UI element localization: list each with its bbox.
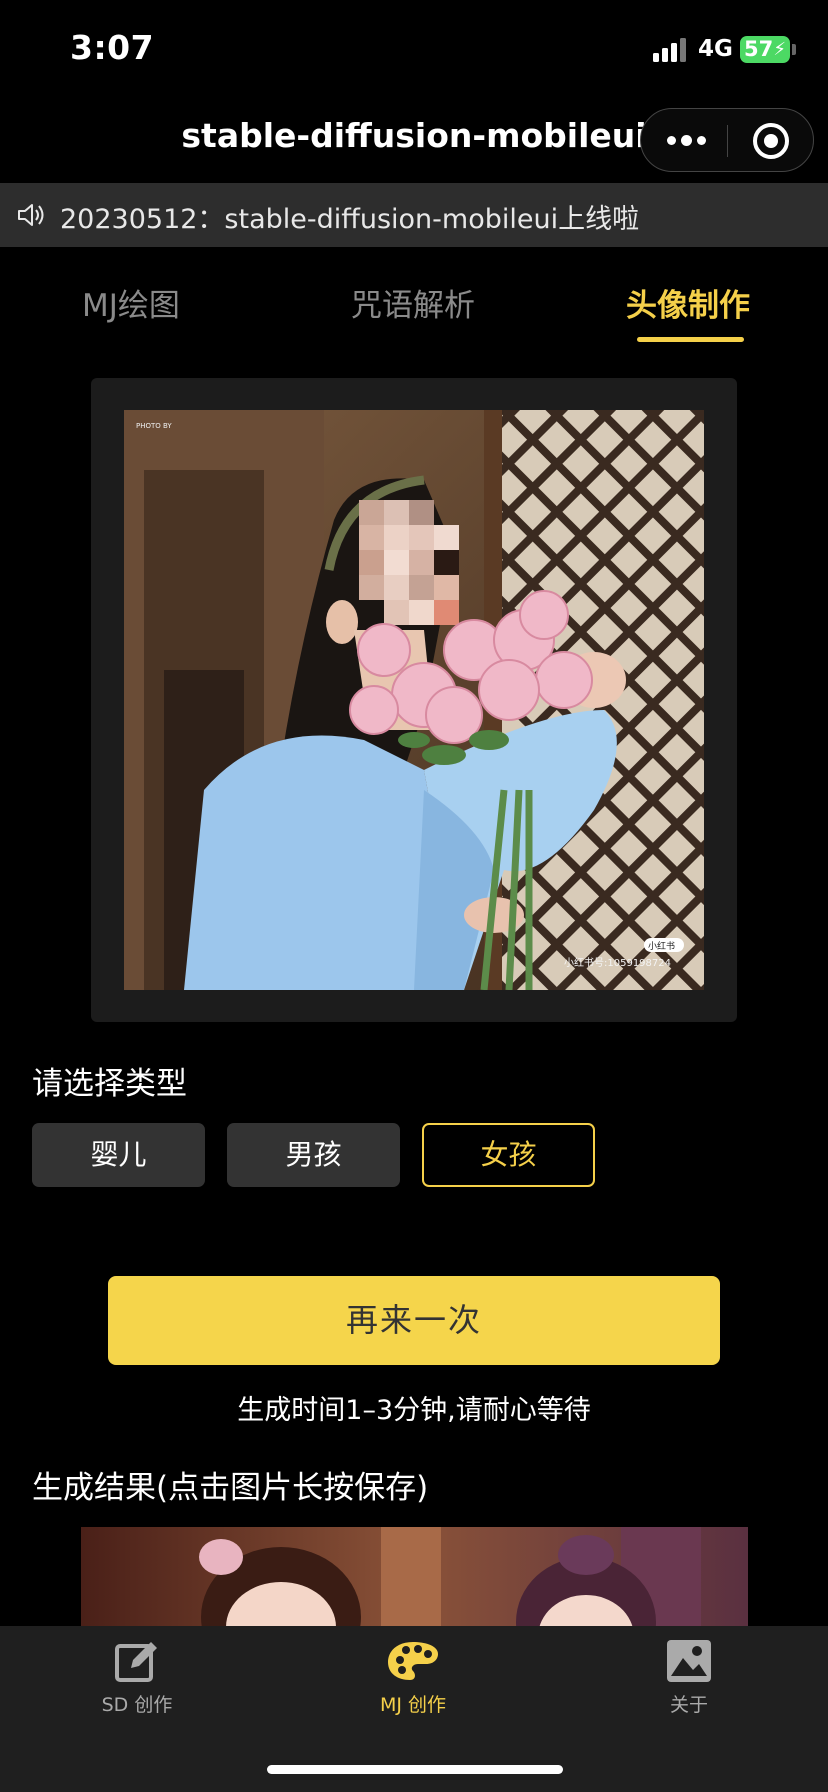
close-miniprogram-icon[interactable] xyxy=(753,123,789,159)
status-time: 3:07 xyxy=(70,28,155,67)
battery-icon: 57 ⚡ xyxy=(740,36,796,63)
charging-icon: ⚡ xyxy=(773,39,786,60)
result-label: 生成结果(点击图片长按保存) xyxy=(32,1470,429,1506)
home-indicator[interactable] xyxy=(267,1765,563,1774)
type-option-baby[interactable]: 婴儿 xyxy=(32,1123,205,1187)
uploaded-photo[interactable]: PHOTO BY 小红书 小红书号:1059198724 xyxy=(124,410,704,990)
tabbar-item-sd[interactable]: SD 创作 xyxy=(37,1638,237,1717)
more-icon[interactable] xyxy=(667,131,707,151)
tabbar-item-mj[interactable]: MJ 创作 xyxy=(313,1638,513,1717)
tabbar-item-about[interactable]: 关于 xyxy=(589,1638,789,1717)
network-type: 4G xyxy=(698,36,733,62)
palette-icon xyxy=(388,1642,438,1680)
tab-active-indicator xyxy=(637,337,744,342)
page: 3:07 4G 57 ⚡ stable-diffusion-mobileui 20… xyxy=(0,0,828,1792)
tabbar-label-mj: MJ 创作 xyxy=(379,1694,447,1716)
notice-bar: 20230512：stable-diffusion-mobileui上线啦 xyxy=(0,183,828,247)
tab-prompt-analysis[interactable]: 咒语解析 xyxy=(351,280,475,325)
notice-text: 20230512：stable-diffusion-mobileui上线啦 xyxy=(60,204,640,235)
type-option-boy[interactable]: 男孩 xyxy=(227,1123,400,1187)
watermark-badge: 小红书 xyxy=(648,940,675,952)
photo-illustration: PHOTO BY 小红书 小红书号:1059198724 xyxy=(124,410,704,990)
capsule-menu xyxy=(640,108,814,172)
edit-icon xyxy=(115,1642,157,1682)
watermark-id: 小红书号:1059198724 xyxy=(564,956,671,969)
capsule-divider xyxy=(727,125,728,157)
wait-hint: 生成时间1–3分钟,请耐心等待 xyxy=(237,1395,591,1426)
tab-avatar-making[interactable]: 头像制作 xyxy=(626,280,750,325)
tabbar-label-sd: SD 创作 xyxy=(101,1694,173,1716)
result-illustration xyxy=(81,1527,748,1627)
battery-level: 57 xyxy=(744,37,774,61)
status-bar: 3:07 4G 57 ⚡ xyxy=(0,0,828,100)
type-label: 请选择类型 xyxy=(32,1066,187,1102)
tabbar-label-about: 关于 xyxy=(669,1694,708,1716)
type-option-girl[interactable]: 女孩 xyxy=(422,1123,595,1187)
speaker-icon xyxy=(18,204,44,226)
retry-button[interactable]: 再来一次 xyxy=(108,1276,720,1365)
watermark-top: PHOTO BY xyxy=(136,422,172,430)
tab-bar-top: MJ绘图 咒语解析 头像制作 xyxy=(0,280,828,350)
result-image[interactable] xyxy=(81,1527,748,1627)
signal-icon xyxy=(653,38,689,62)
tab-mj-drawing[interactable]: MJ绘图 xyxy=(82,280,180,325)
image-icon xyxy=(667,1640,711,1682)
